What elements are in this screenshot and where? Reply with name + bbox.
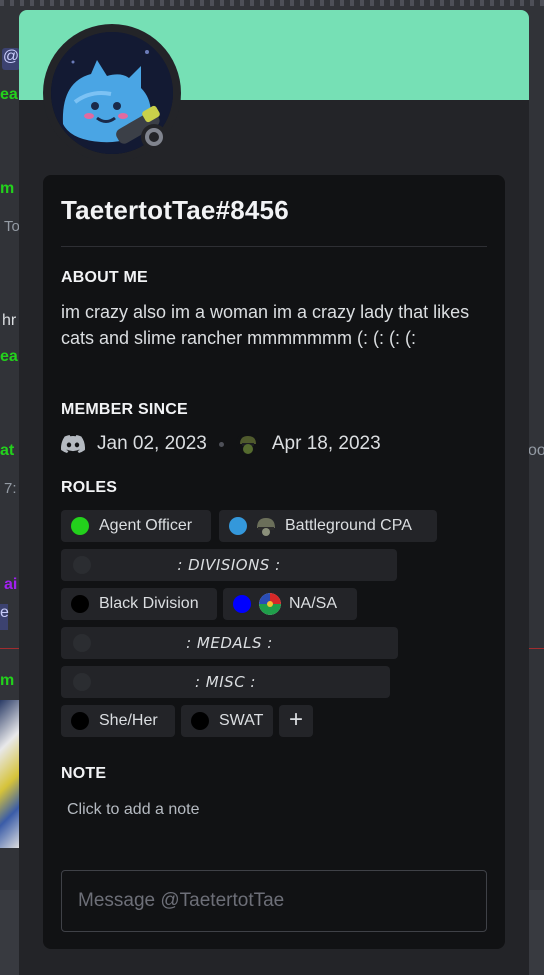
discord-icon (61, 435, 85, 453)
role-label: Battleground CPA (285, 517, 412, 534)
discord-join-date: Jan 02, 2023 (97, 433, 207, 454)
role-color-dot (191, 712, 209, 730)
role-color-dot (233, 595, 251, 613)
profile-body: TaetertotTae#8456 ABOUT ME im crazy also… (43, 175, 505, 949)
note-input[interactable]: Click to add a note (67, 801, 200, 819)
chat-text-fragment: To (4, 218, 20, 235)
role-label: Black Division (99, 595, 199, 612)
role-misc-separator[interactable]: : MISC : (61, 666, 390, 698)
role-color-dot (71, 712, 89, 730)
user-profile-popout: TaetertotTae#8456 ABOUT ME im crazy also… (19, 10, 529, 975)
chat-username-fragment[interactable]: at (0, 442, 14, 460)
chat-username-fragment[interactable]: ai (4, 576, 17, 594)
chat-username-fragment[interactable]: ea (0, 348, 18, 366)
message-input[interactable]: Message @TaetertotTae (61, 870, 487, 932)
role-color-dot (71, 595, 89, 613)
divider (61, 246, 487, 247)
role-label: Agent Officer (99, 517, 193, 534)
chat-attachment-image[interactable] (0, 700, 20, 848)
role-label: SWAT (219, 712, 264, 729)
chat-text-fragment: hr (2, 312, 17, 329)
chat-username-fragment[interactable]: ea (0, 86, 18, 104)
role-black-division[interactable]: Black Division (61, 588, 217, 620)
role-color-dot (73, 673, 91, 691)
role-agent-officer[interactable]: Agent Officer (61, 510, 211, 542)
role-medals-separator[interactable]: : MEDALS : (61, 627, 398, 659)
member-since-heading: MEMBER SINCE (61, 401, 188, 418)
chat-timestamp-fragment: 7: (4, 480, 17, 497)
role-label: : MISC : (194, 673, 256, 691)
role-color-dot (71, 517, 89, 535)
role-color-dot (73, 556, 91, 574)
role-swat[interactable]: SWAT (181, 705, 273, 737)
mention-chip[interactable]: @ (2, 48, 20, 70)
offline-status-icon (141, 124, 167, 150)
about-me-text: im crazy also im a woman im a crazy lady… (61, 302, 470, 348)
message-placeholder: Message @TaetertotTae (78, 890, 285, 911)
role-label: She/Her (99, 712, 158, 729)
chat-username-fragment[interactable]: m (0, 180, 14, 198)
dot-separator (218, 441, 224, 447)
chat-top-border (0, 0, 544, 6)
role-color-dot (229, 517, 247, 535)
role-she-her[interactable]: She/Her (61, 705, 175, 737)
flag-emoji-icon (259, 593, 281, 615)
helmet-emoji-icon (255, 515, 277, 537)
role-divisions-separator[interactable]: : DIVISIONS : (61, 549, 397, 581)
chat-mention-fragment[interactable]: e (0, 604, 9, 630)
role-label: NA/SA (289, 595, 338, 612)
add-role-button[interactable]: + (279, 705, 313, 737)
role-label: : MEDALS : (186, 634, 273, 652)
avatar-wrapper[interactable] (43, 24, 181, 162)
member-since-row: Jan 02, 2023 Apr 18, 2023 (61, 431, 381, 457)
role-na-sa[interactable]: NA/SA (223, 588, 357, 620)
profile-username[interactable]: TaetertotTae#8456 (61, 195, 289, 226)
note-heading: NOTE (61, 765, 107, 782)
chat-text-fragment: oo (528, 442, 544, 459)
chat-username-fragment[interactable]: m (0, 672, 14, 690)
server-icon (235, 432, 260, 456)
roles-heading: ROLES (61, 479, 118, 496)
about-me-heading: ABOUT ME (61, 269, 148, 286)
server-join-date: Apr 18, 2023 (271, 433, 381, 454)
role-color-dot (73, 634, 91, 652)
role-label: : DIVISIONS : (177, 556, 281, 574)
role-battleground-cpa[interactable]: Battleground CPA (219, 510, 437, 542)
